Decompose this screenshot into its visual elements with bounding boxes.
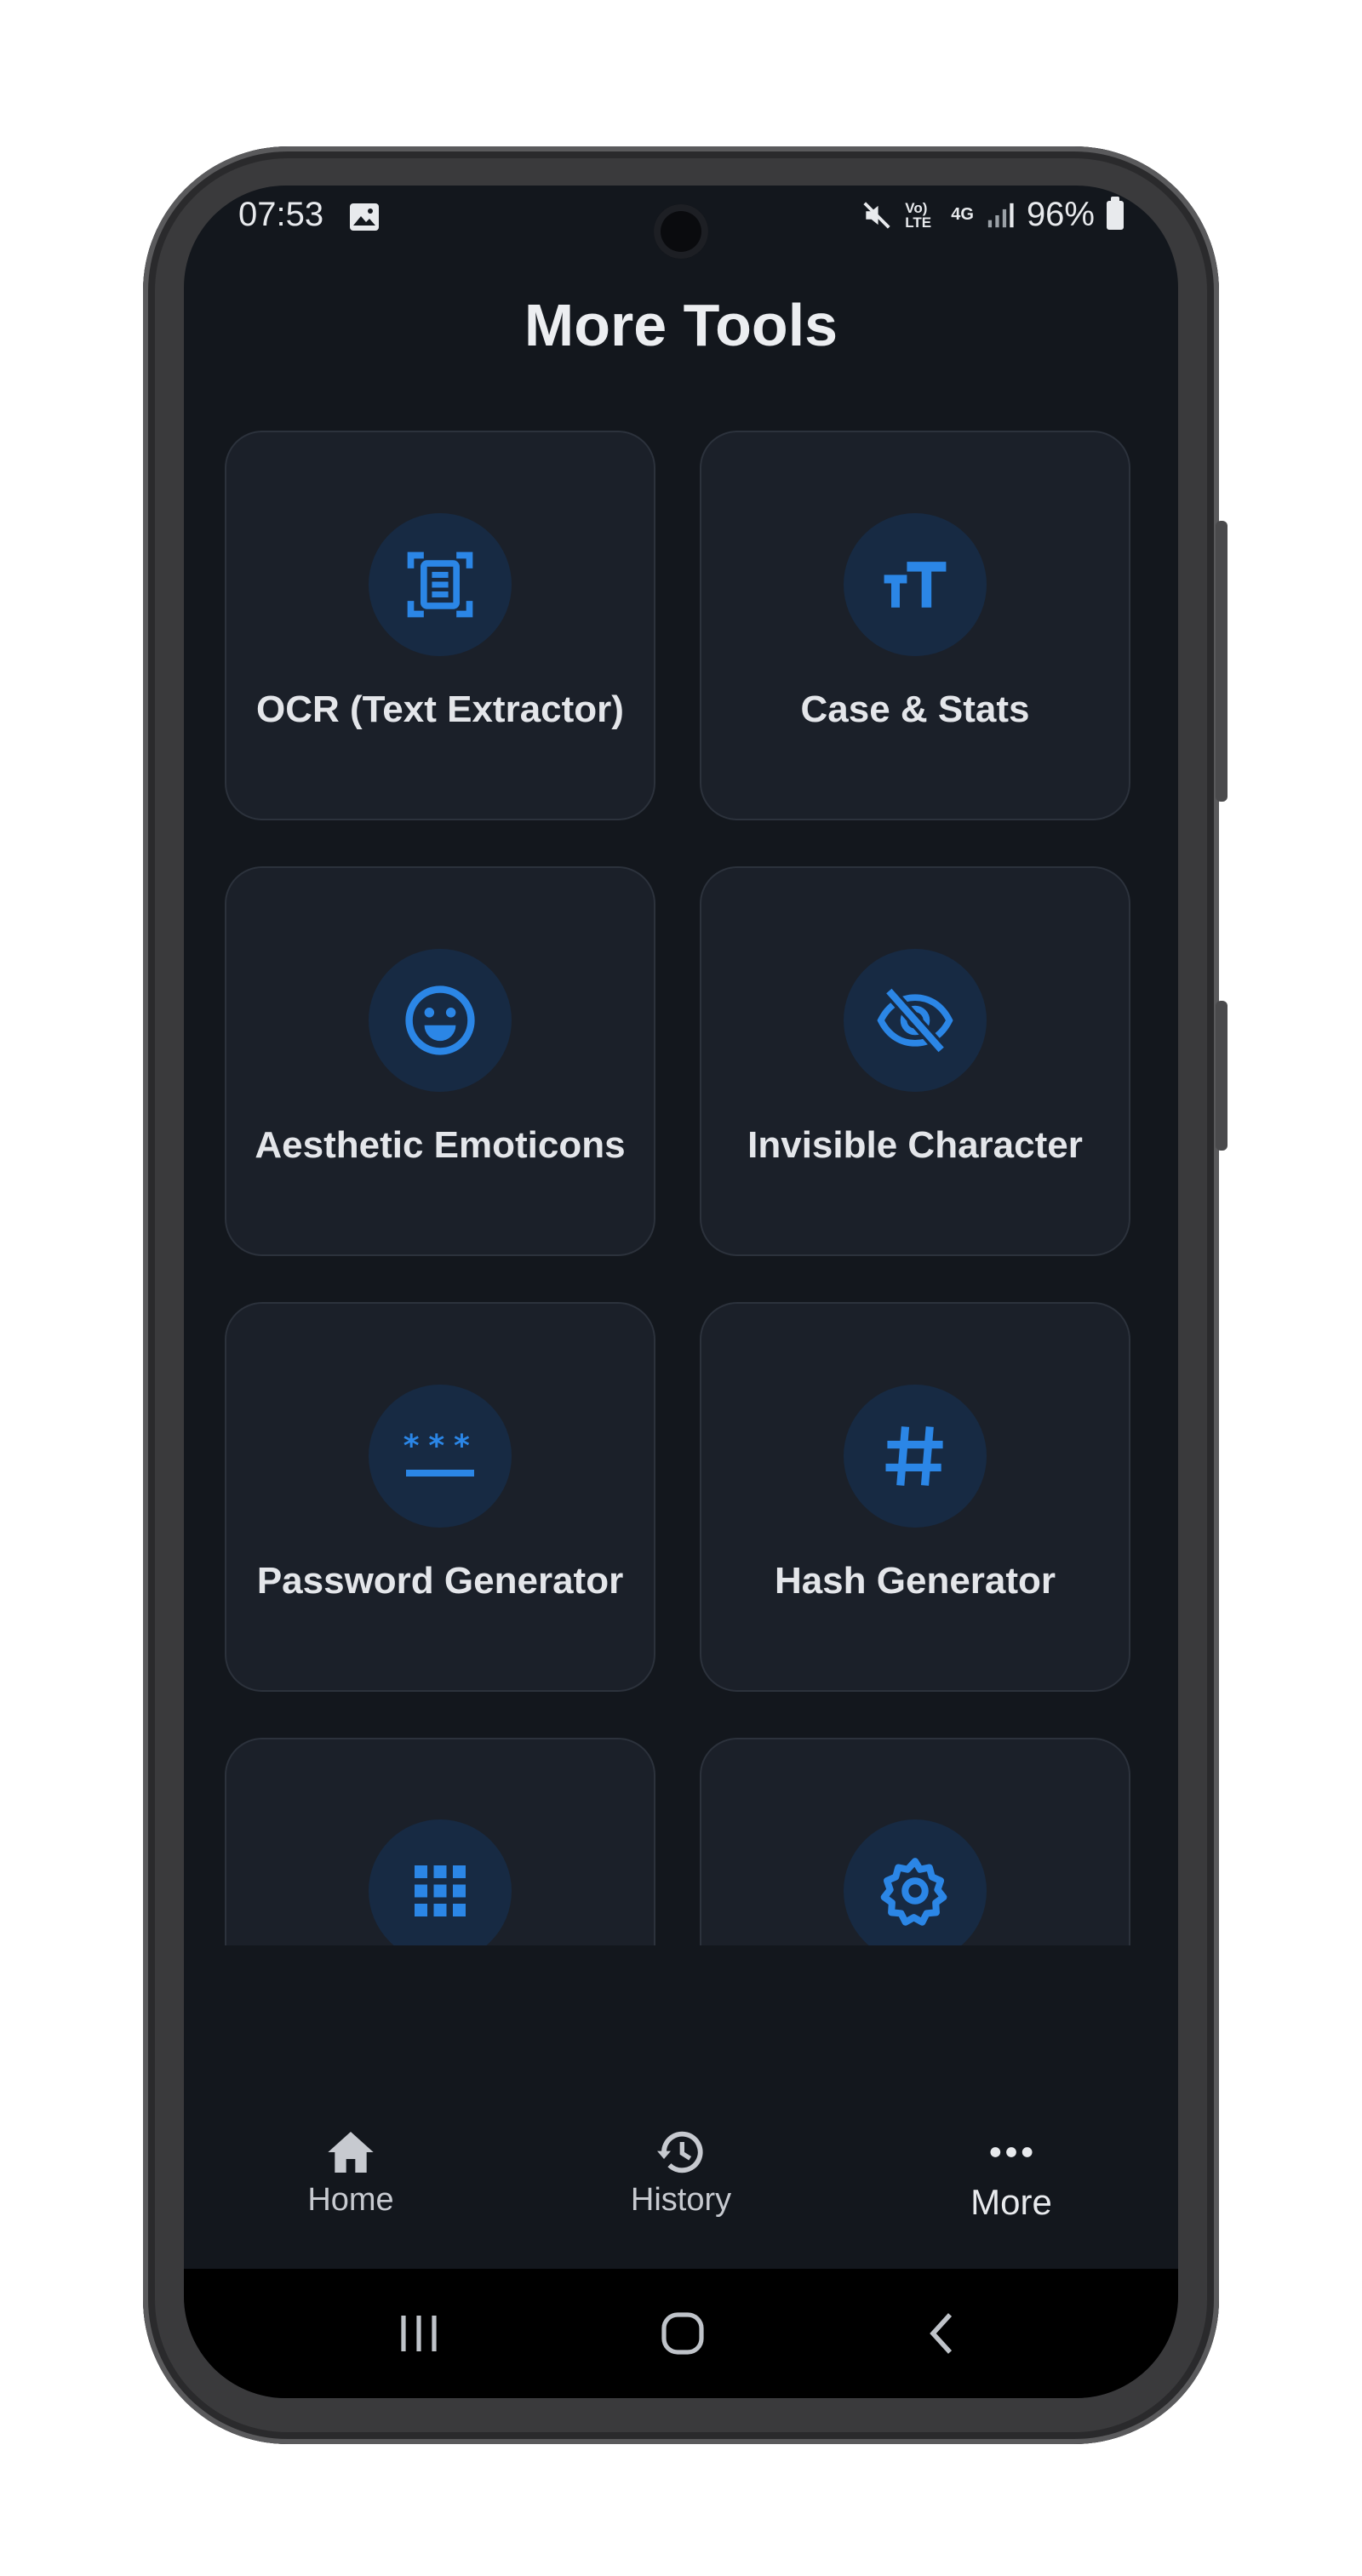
more-dots-icon (990, 2147, 1033, 2157)
grid-apps-icon (415, 1865, 466, 1916)
recent-apps-button[interactable] (385, 2303, 453, 2364)
status-bar: 07:53 Vo) LTE 4G 96% (184, 186, 1178, 259)
icon-badge (369, 949, 512, 1092)
system-navigation-bar (184, 2269, 1178, 2398)
tool-card-invisible-character[interactable]: Invisible Character (700, 866, 1130, 1256)
tool-label: Invisible Character (747, 1124, 1083, 1166)
icon-badge (369, 1819, 512, 1945)
password-icon: * * * (403, 1429, 474, 1476)
gear-icon (880, 1858, 947, 1926)
icon-badge: * * * (369, 1385, 512, 1528)
front-camera (654, 204, 708, 259)
history-icon (657, 2131, 703, 2173)
nav-history-label: History (630, 2182, 732, 2218)
home-system-button[interactable] (649, 2303, 717, 2364)
smiley-icon (405, 985, 475, 1055)
tool-card-settings[interactable] (700, 1738, 1130, 1945)
nav-more-label: More (970, 2182, 1052, 2222)
nav-home[interactable]: Home (223, 2122, 478, 2219)
tool-card-apps[interactable] (225, 1738, 655, 1945)
volte-icon: Vo) LTE (905, 199, 932, 231)
icon-badge (844, 513, 987, 656)
battery-icon (1107, 196, 1124, 230)
tool-label: Password Generator (256, 1560, 624, 1602)
app-screen: 07:53 Vo) LTE 4G 96% More Tools OCR (Tex… (184, 186, 1178, 2398)
page-title: More Tools (524, 292, 838, 358)
signal-icon (987, 203, 1014, 227)
tool-card-aesthetic-emoticons[interactable]: Aesthetic Emoticons (225, 866, 655, 1256)
tool-card-password-generator[interactable]: * * * Password Generator (225, 1302, 655, 1692)
eye-off-icon (877, 986, 953, 1054)
network-type-icon: 4G (951, 205, 974, 224)
hash-icon (885, 1426, 943, 1486)
nav-history[interactable]: History (553, 2122, 809, 2219)
tool-card-ocr[interactable]: OCR (Text Extractor) (225, 431, 655, 820)
tool-label: Case & Stats (800, 688, 1030, 730)
battery-percent: 96% (1026, 196, 1095, 233)
bottom-navigation: Home History More (184, 2075, 1178, 2269)
volume-button (1216, 1001, 1228, 1151)
status-icons: Vo) LTE 4G 96% (861, 196, 1124, 234)
icon-badge (369, 513, 512, 656)
nav-more[interactable]: More (884, 2122, 1139, 2223)
mute-icon (863, 201, 890, 229)
icon-badge (844, 1385, 987, 1528)
text-size-icon (884, 562, 947, 608)
svg-text:*: * (454, 1429, 470, 1464)
home-icon (328, 2132, 374, 2173)
icon-badge (844, 949, 987, 1092)
tool-card-hash-generator[interactable]: Hash Generator (700, 1302, 1130, 1692)
recent-apps-icon (401, 2316, 437, 2351)
nav-home-label: Home (307, 2182, 394, 2218)
home-circle-icon (661, 2312, 704, 2355)
back-button[interactable] (909, 2303, 977, 2364)
power-button (1216, 521, 1228, 802)
back-chevron-icon (930, 2313, 953, 2354)
icon-badge (844, 1819, 987, 1945)
tool-label: Hash Generator (774, 1560, 1056, 1602)
tool-card-case-stats[interactable]: Case & Stats (700, 431, 1130, 820)
image-notification-icon (350, 203, 379, 231)
svg-text:*: * (428, 1429, 444, 1464)
tool-label: OCR (Text Extractor) (256, 688, 624, 730)
tools-grid: OCR (Text Extractor) Case & Stats Aesthe… (225, 431, 1137, 1945)
status-time: 07:53 (238, 196, 324, 233)
svg-text:*: * (403, 1429, 420, 1464)
document-scan-icon (407, 551, 473, 618)
tool-label: Aesthetic Emoticons (255, 1124, 626, 1166)
